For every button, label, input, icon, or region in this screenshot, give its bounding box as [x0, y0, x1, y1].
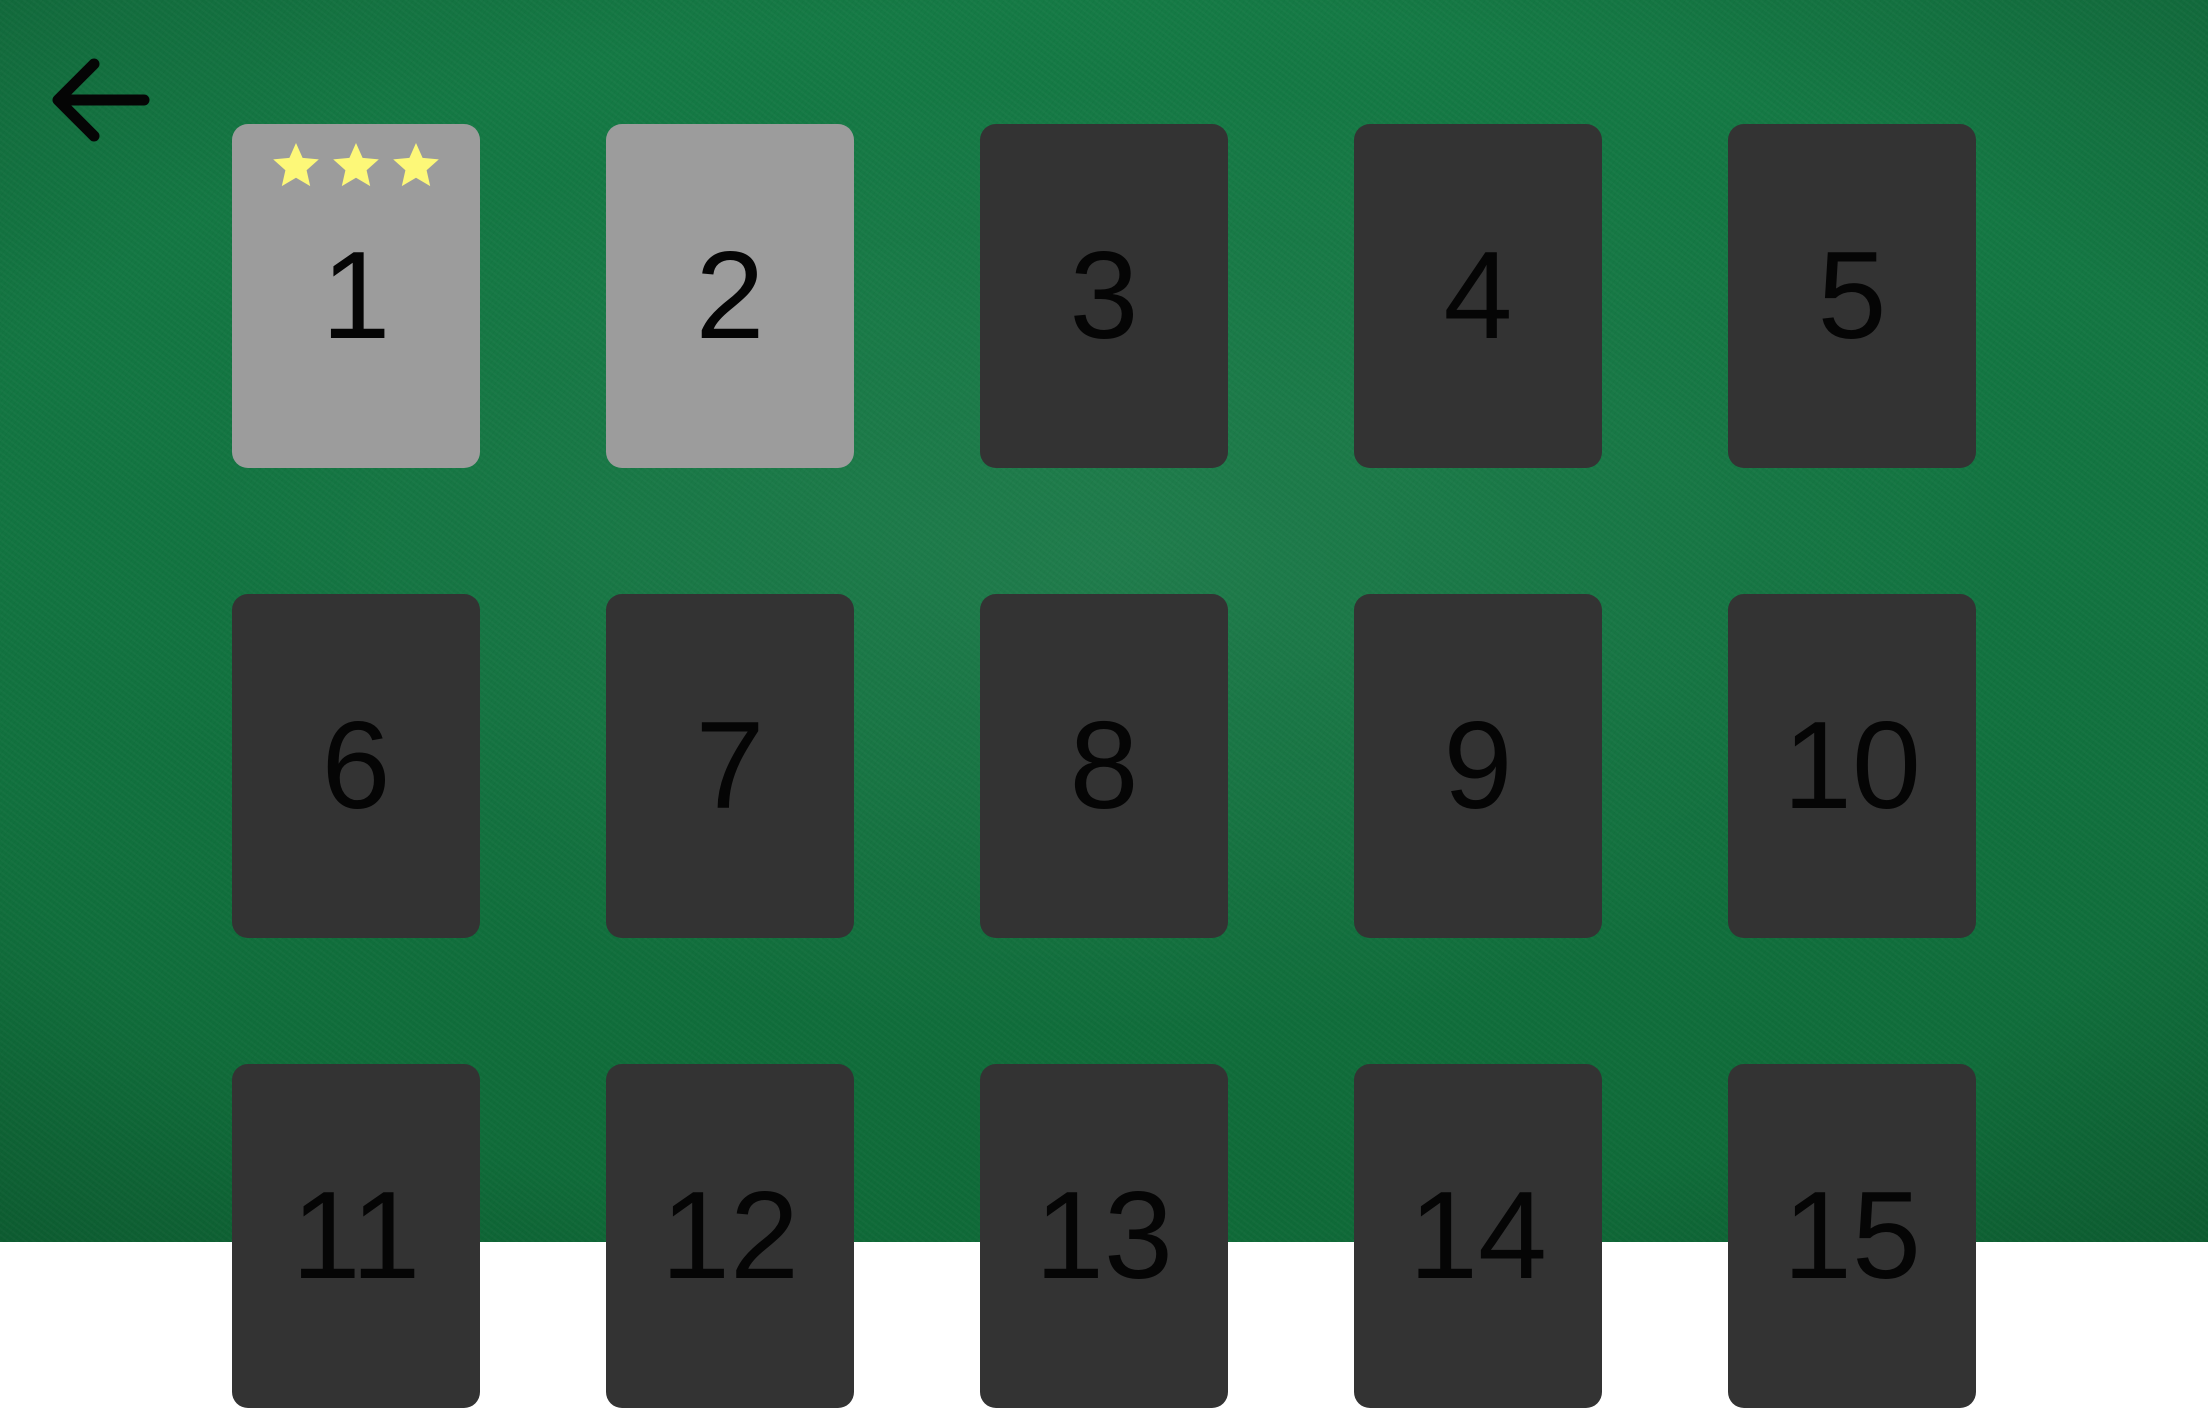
level-card-3[interactable]: 3	[980, 124, 1228, 468]
level-card-11[interactable]: 11	[232, 1064, 480, 1408]
level-card-6[interactable]: 6	[232, 594, 480, 938]
back-button[interactable]	[48, 56, 152, 144]
level-number: 9	[1443, 697, 1513, 835]
level-number: 10	[1783, 697, 1921, 835]
level-card-14[interactable]: 14	[1354, 1064, 1602, 1408]
level-number: 11	[291, 1167, 421, 1305]
arrow-left-icon	[52, 58, 150, 142]
level-card-12[interactable]: 12	[606, 1064, 854, 1408]
level-number: 4	[1443, 227, 1513, 365]
level-card-9[interactable]: 9	[1354, 594, 1602, 938]
level-card-1[interactable]: 1	[232, 124, 480, 468]
level-number: 2	[695, 227, 765, 365]
level-number: 12	[661, 1167, 799, 1305]
star-icon	[333, 143, 379, 187]
star-icon	[393, 143, 439, 187]
level-number: 3	[1069, 227, 1139, 365]
level-grid: 1 2 3 4 5 6 7 8 9 10 11 12 13 14 15	[232, 124, 1976, 1408]
level-card-4[interactable]: 4	[1354, 124, 1602, 468]
level-card-8[interactable]: 8	[980, 594, 1228, 938]
level-number: 15	[1783, 1167, 1921, 1305]
level-number: 1	[321, 227, 391, 365]
level-card-7[interactable]: 7	[606, 594, 854, 938]
level-card-15[interactable]: 15	[1728, 1064, 1976, 1408]
level-number: 6	[321, 697, 391, 835]
level-number: 14	[1409, 1167, 1547, 1305]
level-card-5[interactable]: 5	[1728, 124, 1976, 468]
level-number: 7	[695, 697, 765, 835]
level-stars	[232, 140, 480, 194]
level-card-2[interactable]: 2	[606, 124, 854, 468]
star-icon	[273, 143, 319, 187]
level-card-13[interactable]: 13	[980, 1064, 1228, 1408]
level-number: 5	[1817, 227, 1887, 365]
level-number: 8	[1069, 697, 1139, 835]
level-card-10[interactable]: 10	[1728, 594, 1976, 938]
level-number: 13	[1035, 1167, 1173, 1305]
